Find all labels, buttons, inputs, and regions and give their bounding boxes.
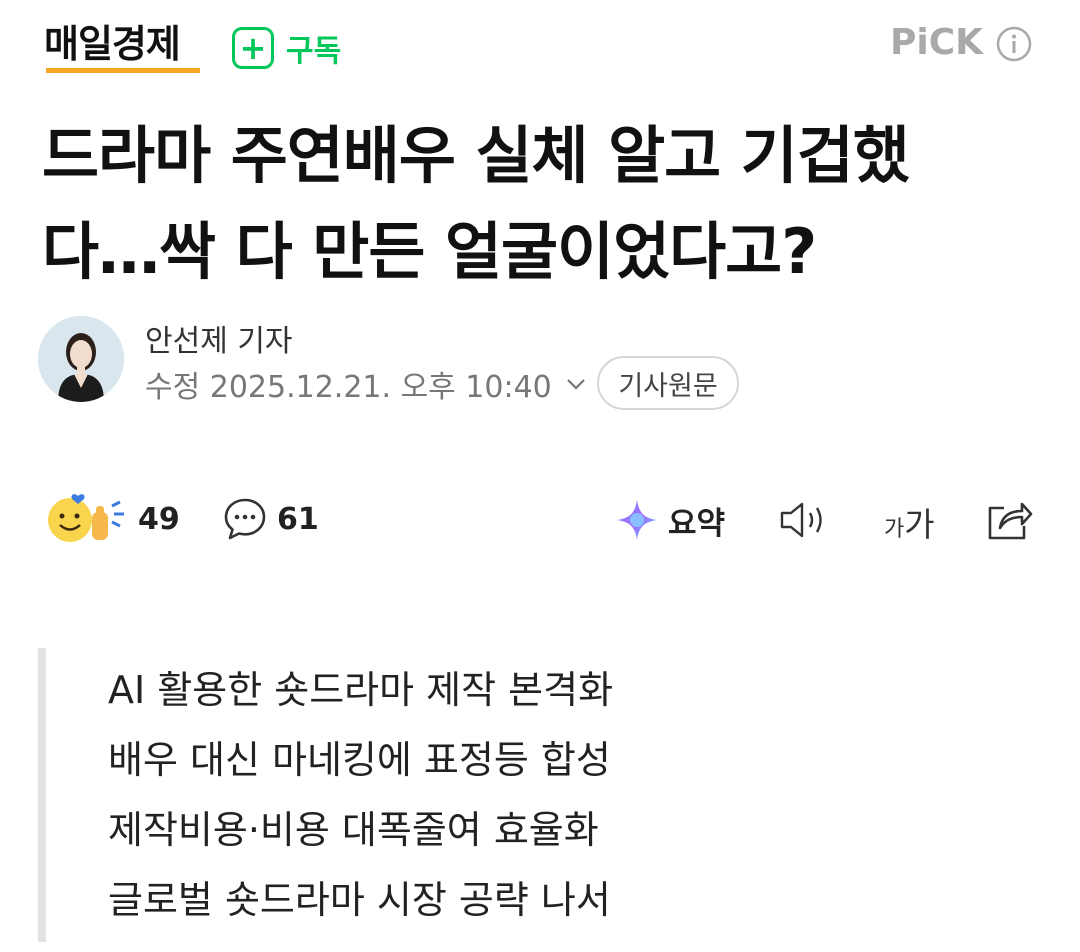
summary-line-4: 글로벌 숏드라마 시장 공략 나서	[108, 878, 611, 922]
press-logo[interactable]: 매일경제	[44, 22, 181, 66]
reporter-avatar[interactable]	[38, 316, 124, 402]
original-article-button[interactable]: 기사원문	[597, 356, 739, 410]
article-toolbar: 49 61 요약 가 가	[0, 488, 1080, 552]
font-size-small-glyph: 가	[884, 517, 905, 542]
headline-line-2: 다…싹 다 만든 얼굴이었다고?	[42, 215, 817, 288]
ai-summary-button[interactable]: 요약	[614, 496, 725, 544]
summary-line-1: AI 활용한 숏드라마 제작 본격화	[108, 668, 614, 712]
speaker-icon[interactable]	[777, 498, 831, 542]
press-logo-underline	[46, 68, 200, 73]
article-date[interactable]: 수정 2025.12.21. 오후 10:40	[145, 362, 588, 406]
comment-icon[interactable]	[222, 496, 268, 542]
subscribe-button[interactable]: + 구독	[232, 24, 341, 72]
font-size-button[interactable]: 가 가	[884, 498, 935, 546]
reporter-name[interactable]: 안선제 기자	[145, 316, 293, 360]
plus-icon: +	[232, 27, 274, 69]
reaction-emoji-icon[interactable]	[44, 490, 130, 546]
subscribe-label: 구독	[286, 34, 342, 69]
summary-line-3: 제작비용·비용 대폭줄여 효율화	[108, 808, 599, 852]
headline-line-1: 드라마 주연배우 실체 알고 기겁했	[42, 119, 910, 192]
summary-line-2: 배우 대신 마네킹에 표정등 합성	[108, 738, 611, 782]
info-icon[interactable]	[996, 26, 1032, 62]
date-text: 수정 2025.12.21. 오후 10:40	[145, 370, 552, 405]
font-size-big-glyph: 가	[904, 505, 935, 544]
article-headline: 드라마 주연배우 실체 알고 기겁했 다…싹 다 만든 얼굴이었다고?	[42, 108, 1042, 300]
share-icon[interactable]	[984, 496, 1034, 544]
top-bar: 매일경제 + 구독 PiCK	[0, 0, 1080, 90]
summary-label: 요약	[668, 505, 726, 542]
reaction-count: 49	[138, 502, 180, 537]
ai-summary-icon	[617, 500, 657, 540]
pick-badge: PiCK	[890, 22, 984, 63]
comment-count: 61	[277, 502, 319, 537]
chevron-down-icon	[567, 379, 585, 390]
article-summary-block: AI 활용한 숏드라마 제작 본격화 배우 대신 마네킹에 표정등 합성 제작비…	[38, 648, 1038, 942]
